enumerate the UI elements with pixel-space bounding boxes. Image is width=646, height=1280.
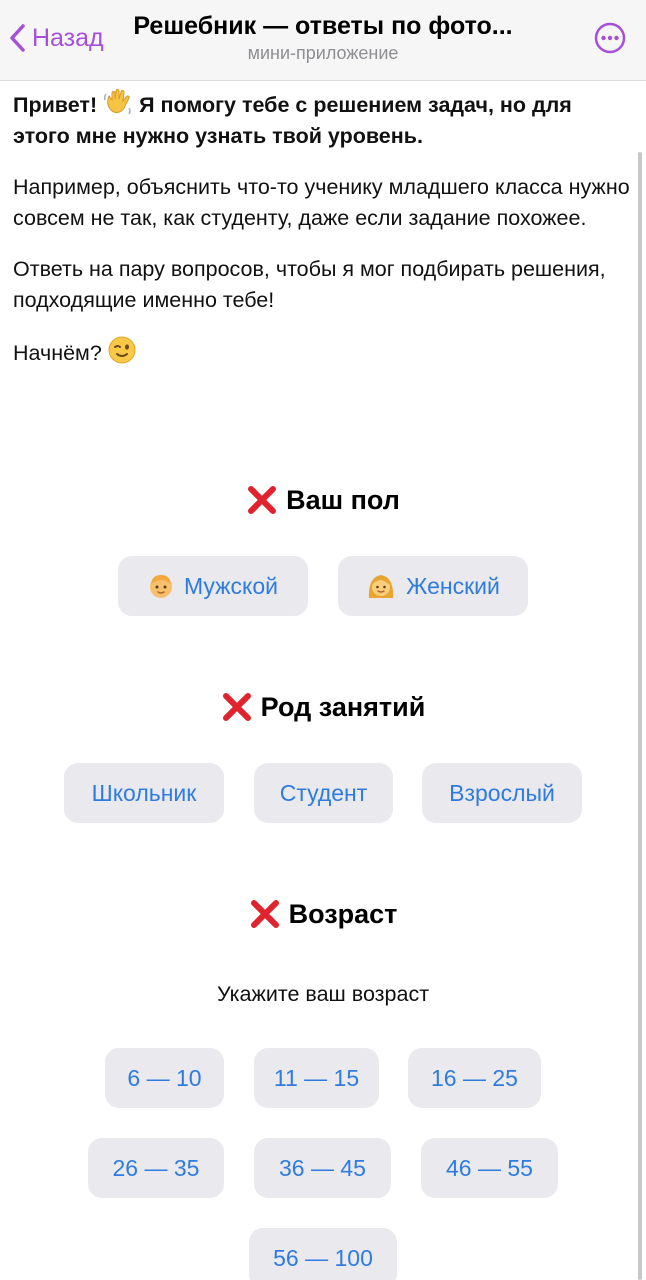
intro-text: Привет! Я помогу тебе с решением задач, … [13,88,630,389]
top-bar: Назад Решебник — ответы по фото... мини-… [0,0,646,81]
age-option-button[interactable]: 16 — 25 [408,1048,541,1108]
cross-mark-icon [222,693,251,721]
occupation-adult-button[interactable]: Взрослый [422,763,582,823]
occupation-student-button[interactable]: Студент [254,763,393,823]
winking-face-icon [108,336,136,364]
greeting-hello: Привет! [13,93,98,117]
occupation-section-title: Род занятий [0,691,646,723]
gender-male-label: Мужской [183,572,279,599]
occupation-adult-label: Взрослый [449,779,555,806]
gender-female-label: Женский [406,572,500,599]
age-option-label: 16 — 25 [431,1064,518,1091]
age-hint: Укажите ваш возраст [216,982,430,1006]
cross-mark-icon [248,486,277,514]
age-option-label: 11 — 15 [273,1064,360,1091]
age-option-label: 56 — 100 [273,1244,373,1271]
occupation-title: Род занятий [260,691,426,722]
occupation-student-label: Студент [279,779,368,806]
age-option-button[interactable]: 46 — 55 [421,1138,558,1198]
waving-hand-icon [104,89,131,115]
age-option-label: 26 — 35 [112,1154,200,1181]
app-subtitle: мини-приложение [247,43,399,63]
age-option-button[interactable]: 6 — 10 [105,1048,224,1108]
chevron-left-icon [10,24,25,52]
age-section-title: Возраст [0,898,646,930]
intro-paragraph-1: Например, объяснить что-то ученику младш… [13,175,630,230]
lets-start-text: Начнём? [13,341,102,365]
scrollbar[interactable] [638,152,642,1280]
greeting-text: Я помогу тебе с решением задач, но для э… [13,93,572,148]
back-label: Назад [32,23,104,52]
cross-mark-icon [250,900,279,928]
more-options-icon[interactable] [594,22,626,54]
woman-emoji-icon [369,575,394,598]
intro-paragraph-3: Начнём? [13,336,630,369]
occupation-schoolchild-label: Школьник [91,779,197,806]
greeting: Привет! Я помогу тебе с решением задач, … [13,88,630,152]
age-option-label: 36 — 45 [279,1154,366,1181]
age-option-button[interactable]: 36 — 45 [254,1138,391,1198]
age-option-button[interactable]: 56 — 100 [249,1228,397,1280]
gender-section-title: Ваш пол [0,484,646,516]
back-button[interactable]: Назад [8,18,104,58]
boy-emoji-icon [149,575,172,598]
gender-female-button[interactable]: Женский [338,556,528,616]
age-option-button[interactable]: 26 — 35 [88,1138,224,1198]
title-block: Решебник — ответы по фото... мини-прилож… [120,10,526,64]
age-option-label: 6 — 10 [127,1064,202,1091]
intro-paragraph-2: Ответь на пару вопросов, чтобы я мог под… [13,257,606,312]
age-title: Возраст [288,898,398,929]
gender-title: Ваш пол [286,484,400,515]
occupation-schoolchild-button[interactable]: Школьник [64,763,224,823]
age-option-label: 46 — 55 [446,1154,533,1181]
gender-male-button[interactable]: Мужской [118,556,308,616]
age-option-button[interactable]: 11 — 15 [254,1048,379,1108]
app-title: Решебник — ответы по фото... [133,12,513,40]
content-area[interactable]: Привет! Я помогу тебе с решением задач, … [0,81,646,1280]
